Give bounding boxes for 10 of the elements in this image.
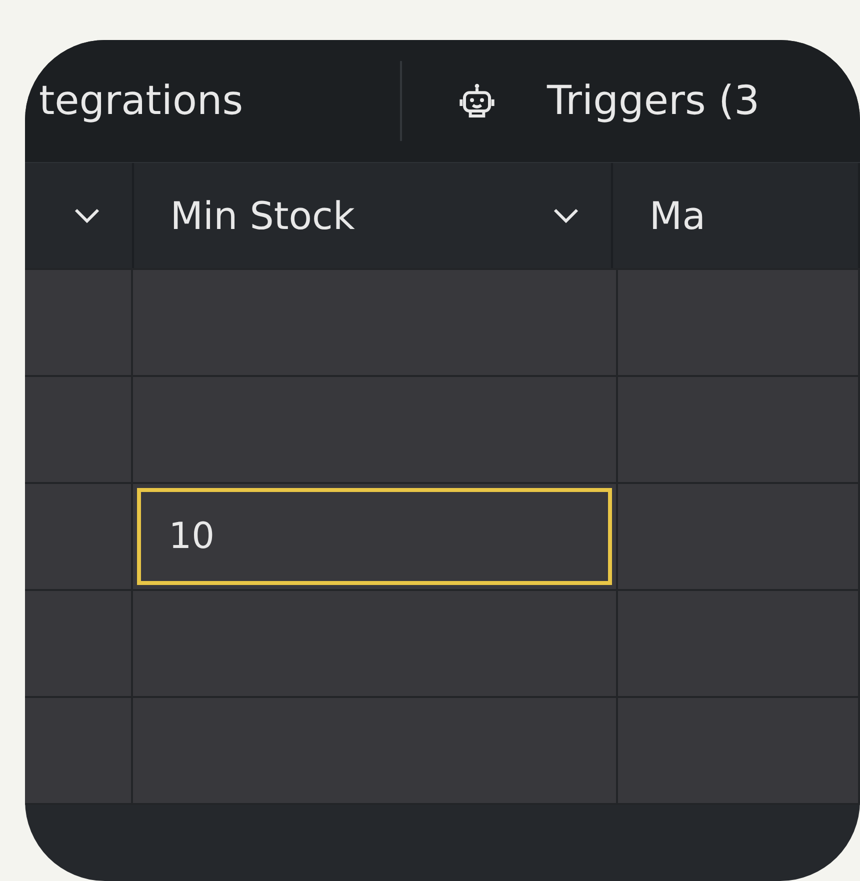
table-cell[interactable]: 10 [136,488,612,585]
table-row[interactable] [25,268,860,375]
table-row[interactable] [25,696,860,803]
table-row[interactable] [25,589,860,696]
tab[interactable]: tegrations [25,78,400,124]
table-row[interactable]: 10 [25,482,860,589]
table-row[interactable] [25,375,860,482]
chevron-down-icon[interactable] [74,208,100,224]
chevron-down-icon[interactable] [553,208,580,224]
tab[interactable]: Triggers (3 [402,78,815,124]
